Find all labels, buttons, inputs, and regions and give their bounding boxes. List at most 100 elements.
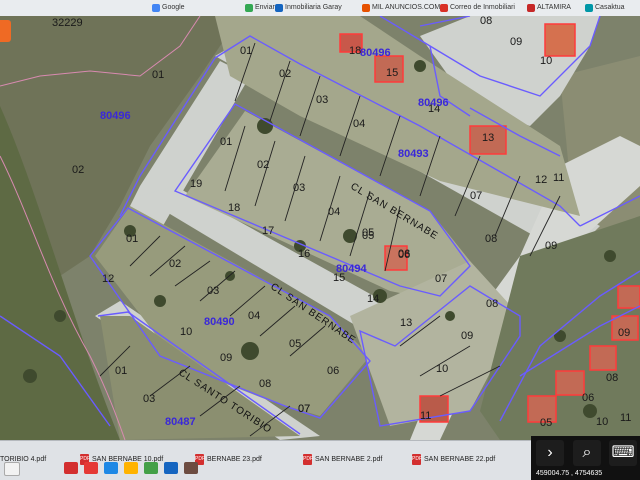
explorer-icon[interactable] xyxy=(104,462,118,474)
parcel-number: 03 xyxy=(207,285,219,297)
parcel-number: 08 xyxy=(606,372,618,384)
parcel-number: 11 xyxy=(420,410,431,422)
coordinates-readout: 459004.75 , 4754635 xyxy=(536,470,603,477)
building xyxy=(555,370,585,396)
parcel-number: 09 xyxy=(220,352,232,364)
parcel-number: 09 xyxy=(618,327,630,339)
bookmark-milanuncios[interactable]: MIL ANUNCIOS.COM xyxy=(362,1,440,14)
parcel-number: 06 xyxy=(582,392,594,404)
parcel-number: 01 xyxy=(220,136,232,148)
parcel-number: 05 xyxy=(540,417,552,429)
parcel-number: 02 xyxy=(257,159,269,171)
parcel-number: 13 xyxy=(400,317,412,329)
parcel-number: 10 xyxy=(596,416,608,428)
bookmark-inmobiliaria[interactable]: Inmobiliaria Garay xyxy=(275,1,342,14)
parcel-number: 12 xyxy=(102,273,114,285)
parcel-number: 04 xyxy=(328,206,340,218)
building-icon xyxy=(275,3,283,12)
milanuncios-icon xyxy=(362,3,370,12)
mail-icon xyxy=(440,3,448,12)
parcel-number: 08 xyxy=(259,378,271,390)
building xyxy=(589,345,617,371)
bookmark-altamira[interactable]: ALTAMIRA xyxy=(527,1,571,14)
parcel-number: 03 xyxy=(143,393,155,405)
screen: Google Enviar Inmobiliaria Garay MIL ANU… xyxy=(0,0,640,480)
parcel-number: 12 xyxy=(535,174,547,186)
parcel-number: 04 xyxy=(353,118,365,130)
download-item[interactable]: PDF SAN BERNABE 22.pdf xyxy=(412,449,495,469)
windows-icon[interactable] xyxy=(4,462,20,476)
excel-icon[interactable] xyxy=(144,462,158,474)
side-panel-tab-label xyxy=(2,24,8,36)
parcel-number: 07 xyxy=(298,403,310,415)
parcel-number: 05 xyxy=(362,227,374,239)
parcel-number: 10 xyxy=(180,326,192,338)
app-icon[interactable] xyxy=(184,462,198,474)
bookmark-enviar[interactable]: Enviar xyxy=(245,1,275,14)
pdf-app-icon[interactable] xyxy=(64,462,78,474)
send-icon xyxy=(245,3,253,12)
parcel-number: 01 xyxy=(126,233,138,245)
parcel-number: 03 xyxy=(293,182,305,194)
parcel-number: 07 xyxy=(435,273,447,285)
parcel-reference: 80496 xyxy=(360,47,391,59)
parcel-number: 06 xyxy=(398,249,410,261)
pdf-icon: PDF xyxy=(303,453,313,465)
parcel-number: 17 xyxy=(262,225,274,237)
download-item[interactable]: PDF BERNABE 23.pdf xyxy=(195,449,262,469)
pdf-icon: PDF xyxy=(412,453,422,465)
parcel-number: 11 xyxy=(620,412,631,424)
building xyxy=(544,23,576,57)
parcel-number: 19 xyxy=(190,178,202,190)
parcel-number: 02 xyxy=(169,258,181,270)
bookmark-casaktua[interactable]: Casaktua xyxy=(585,1,625,14)
parcel-number: 16 xyxy=(298,248,310,260)
altamira-icon xyxy=(527,3,535,12)
casaktua-icon xyxy=(585,3,593,12)
parcel-reference: 32229 xyxy=(52,17,83,29)
parcel-number: 08 xyxy=(485,233,497,245)
parcel-number: 18 xyxy=(228,202,240,214)
parcel-reference: 80493 xyxy=(398,148,429,160)
parcel-reference: 80496 xyxy=(418,97,449,109)
parcel-number: 10 xyxy=(436,363,448,375)
parcel-number: 11 xyxy=(553,172,564,184)
parcel-reference: 80496 xyxy=(100,110,131,122)
search-icon[interactable]: ⌕ xyxy=(573,440,601,466)
parcel-number: 02 xyxy=(279,68,291,80)
parcel-number: 09 xyxy=(545,240,557,252)
parcel-number: 13 xyxy=(482,132,494,144)
parcel-number: 05 xyxy=(289,338,301,350)
parcel-number: 01 xyxy=(115,365,127,377)
bookmark-google[interactable]: Google xyxy=(152,1,185,14)
parcel-number: 08 xyxy=(486,298,498,310)
building xyxy=(617,285,640,309)
google-icon xyxy=(152,3,160,12)
parcel-reference: 80487 xyxy=(165,416,196,428)
keyboard-icon[interactable]: ⌨ xyxy=(609,440,637,466)
parcel-number: 02 xyxy=(72,164,84,176)
parcel-reference: 80490 xyxy=(204,316,235,328)
cadastral-map[interactable]: 01 02 01 02 03 04 18 15 14 13 08 09 10 1… xyxy=(0,16,640,440)
parcel-number: 01 xyxy=(152,69,164,81)
download-item[interactable]: PDF SAN BERNABE 2.pdf xyxy=(303,449,382,469)
bookmark-correo[interactable]: Correo de Inmobiliari xyxy=(440,1,515,14)
folder-icon[interactable] xyxy=(124,462,138,474)
parcel-number: 09 xyxy=(510,36,522,48)
parcel-number: 07 xyxy=(470,190,482,202)
parcel-number: 08 xyxy=(480,16,492,27)
chevron-right-icon[interactable]: › xyxy=(536,440,564,466)
parcel-number: 04 xyxy=(248,310,260,322)
bookmarks-bar: Google Enviar Inmobiliaria Garay MIL ANU… xyxy=(0,0,640,17)
parcel-number: 03 xyxy=(316,94,328,106)
word-icon[interactable] xyxy=(164,462,178,474)
parcel-number: 10 xyxy=(540,55,552,67)
parcel-number: 06 xyxy=(327,365,339,377)
parcel-number: 15 xyxy=(386,67,398,79)
parcel-number: 09 xyxy=(461,330,473,342)
chrome-icon[interactable] xyxy=(84,462,98,474)
parcel-number: 01 xyxy=(240,45,252,57)
parcel-reference: 80494 xyxy=(336,263,367,275)
parcel-number: 14 xyxy=(367,293,379,305)
side-panel-tab[interactable] xyxy=(0,20,11,42)
